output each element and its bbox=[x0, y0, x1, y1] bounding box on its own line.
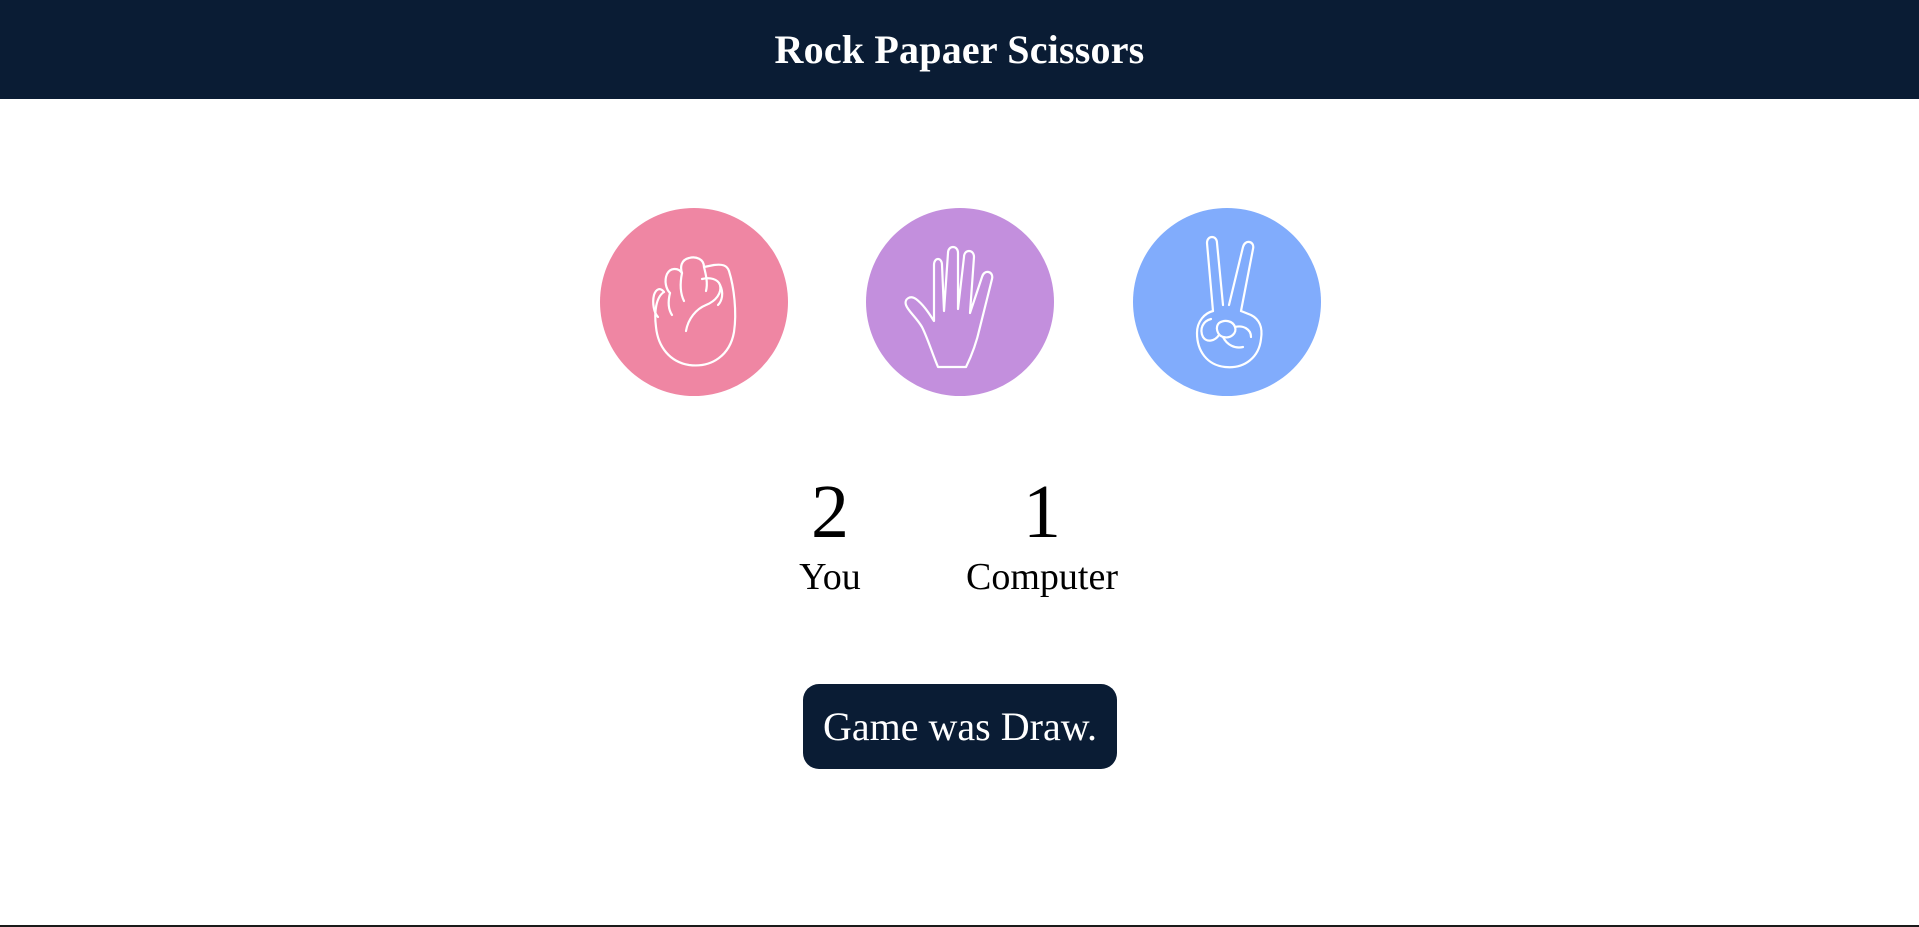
rock-button[interactable] bbox=[600, 208, 788, 396]
choices-row bbox=[0, 208, 1919, 396]
open-hand-icon bbox=[904, 245, 994, 369]
scissors-button[interactable] bbox=[1133, 208, 1321, 396]
peace-hand-icon bbox=[1195, 235, 1263, 369]
user-score-label: You bbox=[799, 556, 861, 598]
app-header: Rock Papaer Scissors bbox=[0, 0, 1919, 99]
computer-score-label: Computer bbox=[966, 556, 1118, 598]
user-score-value: 2 bbox=[811, 470, 849, 554]
computer-score-value: 1 bbox=[1023, 470, 1061, 554]
computer-score: 1 Computer bbox=[942, 470, 1142, 600]
page-title: Rock Papaer Scissors bbox=[774, 27, 1145, 72]
result-message: Game was Draw. bbox=[803, 684, 1117, 769]
user-score: 2 You bbox=[770, 470, 890, 600]
fist-icon bbox=[652, 256, 737, 367]
paper-button[interactable] bbox=[866, 208, 1054, 396]
